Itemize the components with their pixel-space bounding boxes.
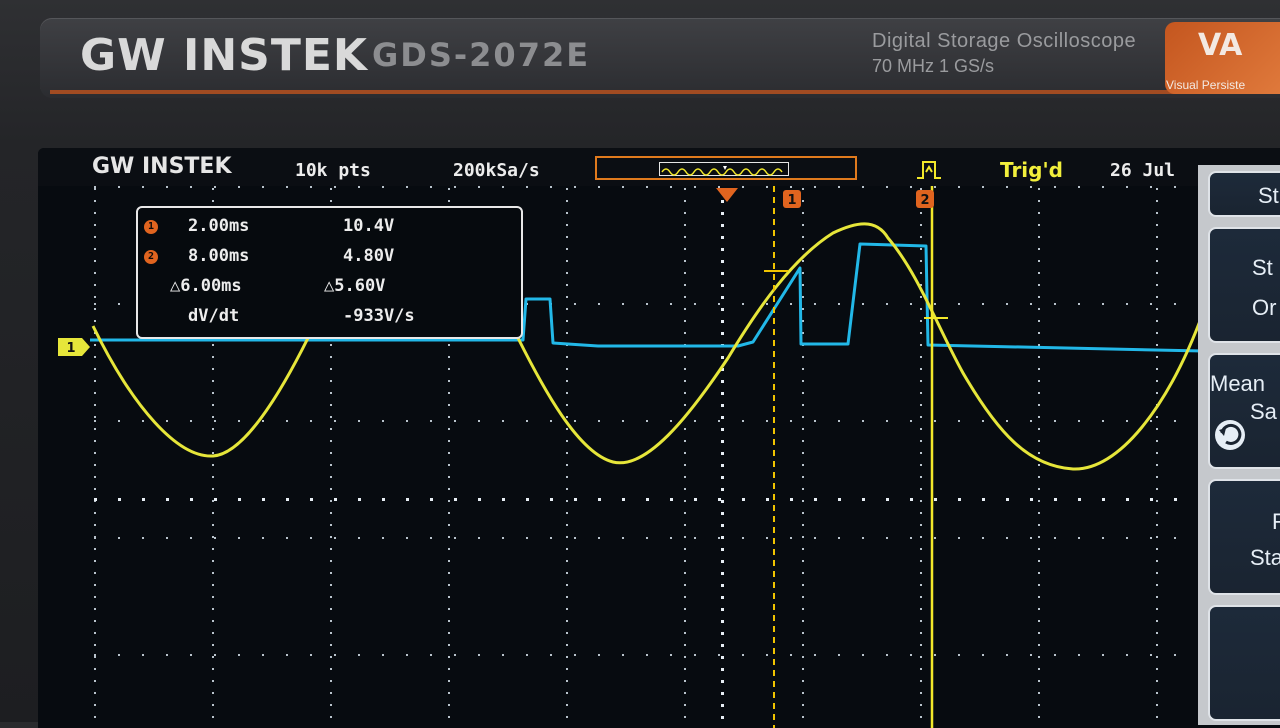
scope-display: GW INSTEK 10k pts 200kSa/s Trig'd 26 Jul (38, 148, 1280, 728)
cursor2-badge: 2 (144, 250, 158, 264)
softkey-4[interactable]: F Sta (1208, 479, 1280, 595)
rotary-knob-icon (1215, 420, 1245, 450)
delta-voltage: △5.60V (324, 276, 386, 296)
delta-time: △6.00ms (170, 276, 242, 296)
cursor2-time: 8.00ms (188, 246, 250, 266)
device-description: Digital Storage Oscilloscope (872, 30, 1137, 52)
cursor1-voltage: 10.4V (343, 216, 395, 236)
cursor2-voltage: 4.80V (343, 246, 395, 266)
brand-logo: GW INSTEK (80, 30, 369, 81)
softkey-4-label: F (1272, 509, 1280, 534)
cursor1-badge: 1 (144, 220, 158, 234)
cursor2-readout-row: 2 8.00ms 4.80V (138, 244, 521, 274)
slope-readout-row: dV/dt -933V/s (138, 304, 521, 334)
cursor1-marker[interactable]: 1 (783, 190, 801, 208)
softkey-3-sublabel: Sa (1250, 399, 1277, 424)
slope-value: -933V/s (343, 306, 415, 326)
softkey-3-label: Mean (1210, 371, 1266, 396)
device-spec: 70 MHz 1 GS/s (872, 56, 995, 76)
cursor1-readout-row: 1 2.00ms 10.4V (138, 214, 521, 244)
softkey-2-sublabel: Or (1252, 295, 1277, 320)
softkey-4-sublabel: Sta (1250, 545, 1280, 570)
softkey-2-label: St (1252, 255, 1273, 280)
va-logo: VA (1198, 28, 1243, 63)
cursor1-marker-label: 1 (787, 193, 796, 208)
channel1-marker-label: 1 (66, 341, 75, 356)
cursor2-marker-label: 2 (920, 193, 929, 208)
cursor2-marker[interactable]: 2 (916, 190, 934, 208)
cursor1-time: 2.00ms (188, 216, 250, 236)
delta-readout-row: △6.00ms △5.60V (138, 274, 521, 304)
softkey-2[interactable]: St Or (1208, 227, 1280, 343)
va-subtitle: Visual Persiste (1166, 78, 1246, 92)
softkey-5[interactable] (1208, 605, 1280, 721)
softkey-menu: St St Or Mean Sa F Sta (1198, 165, 1280, 725)
softkey-1-label: St (1258, 183, 1279, 208)
softkey-1[interactable]: St (1208, 171, 1280, 217)
cursor-readout-panel: 1 2.00ms 10.4V 2 8.00ms 4.80V △6.00ms △5… (136, 206, 523, 339)
model-name: GDS-2072E (372, 36, 591, 74)
softkey-3[interactable]: Mean Sa (1208, 353, 1280, 469)
slope-label: dV/dt (188, 306, 240, 326)
